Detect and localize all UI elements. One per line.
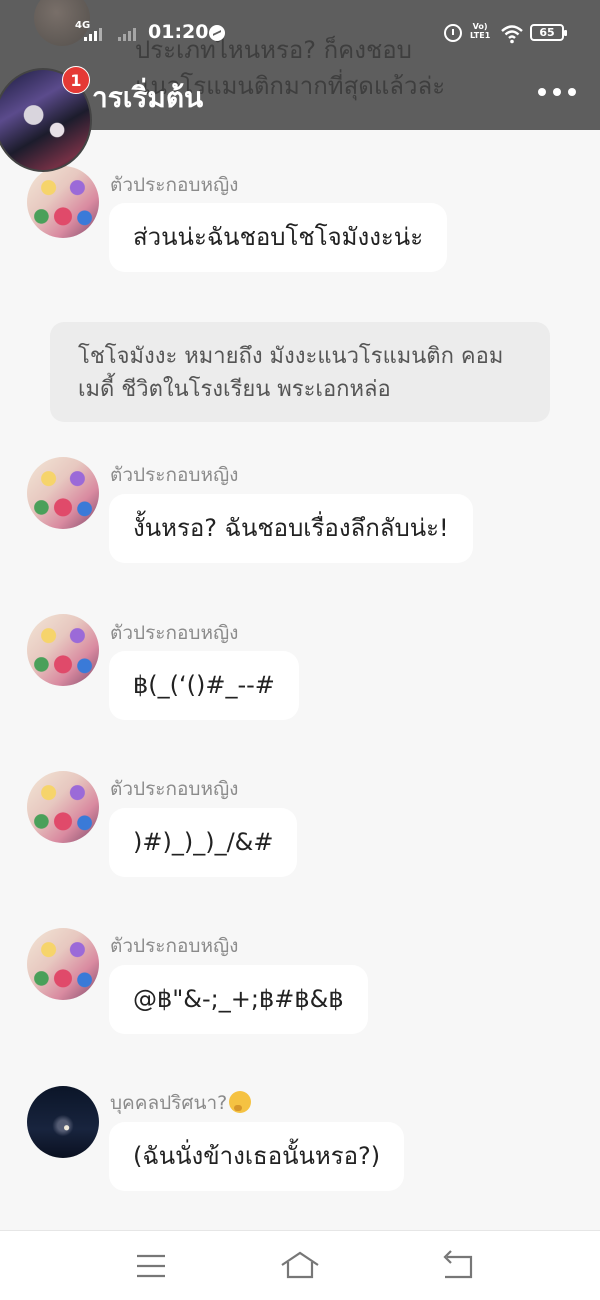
message-bubble: งั้นหรอ? ฉันชอบเรื่องลึกลับน่ะ! — [109, 494, 473, 563]
dot-icon — [568, 88, 576, 96]
notification-badge: 1 — [62, 66, 90, 94]
character-avatar[interactable] — [27, 771, 99, 843]
character-avatar[interactable] — [27, 928, 99, 1000]
dot-icon — [538, 88, 546, 96]
speaker-name: ตัวประกอบหญิง — [110, 622, 239, 644]
character-avatar[interactable] — [27, 166, 99, 238]
message-bubble: (ฉันนั่งข้างเธอนั้นหรอ?) — [109, 1122, 405, 1191]
message-bubble: ส่วนน่ะฉันชอบโชโจมังงะน่ะ — [109, 203, 448, 272]
message-bubble: ฿(_(‘()#_--# — [109, 651, 299, 720]
speaker-name: ตัวประกอบหญิง — [110, 464, 239, 486]
character-avatar[interactable] — [27, 457, 99, 529]
speaker-name: ตัวประกอบหญิง — [110, 174, 239, 196]
message-bubble: )#)_)_)_/&# — [109, 808, 298, 877]
messenger-icon — [209, 25, 225, 41]
wifi-icon — [501, 25, 523, 44]
signal-2-icon — [118, 28, 136, 41]
volte-icon: Vo) LTE1 — [470, 22, 491, 40]
status-bar: 4G 01:20 Vo) LTE1 65 — [0, 0, 600, 64]
home-icon[interactable] — [280, 1249, 320, 1283]
thinking-face-icon — [229, 1091, 252, 1113]
narration-box: โชโจมังงะ หมายถึง มังงะแนวโรแมนติก คอมเม… — [50, 322, 550, 422]
signal-icon — [84, 28, 102, 41]
message-bubble: @฿"&-;_+;฿#฿&฿ — [109, 965, 368, 1034]
character-avatar[interactable] — [27, 614, 99, 686]
back-icon[interactable] — [437, 1249, 477, 1283]
alarm-icon — [444, 24, 462, 42]
more-options-button[interactable] — [538, 78, 588, 106]
speaker-name: ตัวประกอบหญิง — [110, 935, 239, 957]
menu-icon[interactable] — [131, 1249, 171, 1283]
battery-icon: 65 — [530, 24, 567, 41]
speaker-name: บุคคลปริศนา? — [110, 1088, 252, 1118]
dot-icon — [553, 88, 561, 96]
mystery-character-avatar[interactable] — [27, 1086, 99, 1158]
story-title: ารเริ่มต้น — [92, 81, 204, 114]
clock: 01:20 — [148, 21, 209, 43]
system-nav-bar — [0, 1230, 600, 1300]
speaker-name: ตัวประกอบหญิง — [110, 778, 239, 800]
